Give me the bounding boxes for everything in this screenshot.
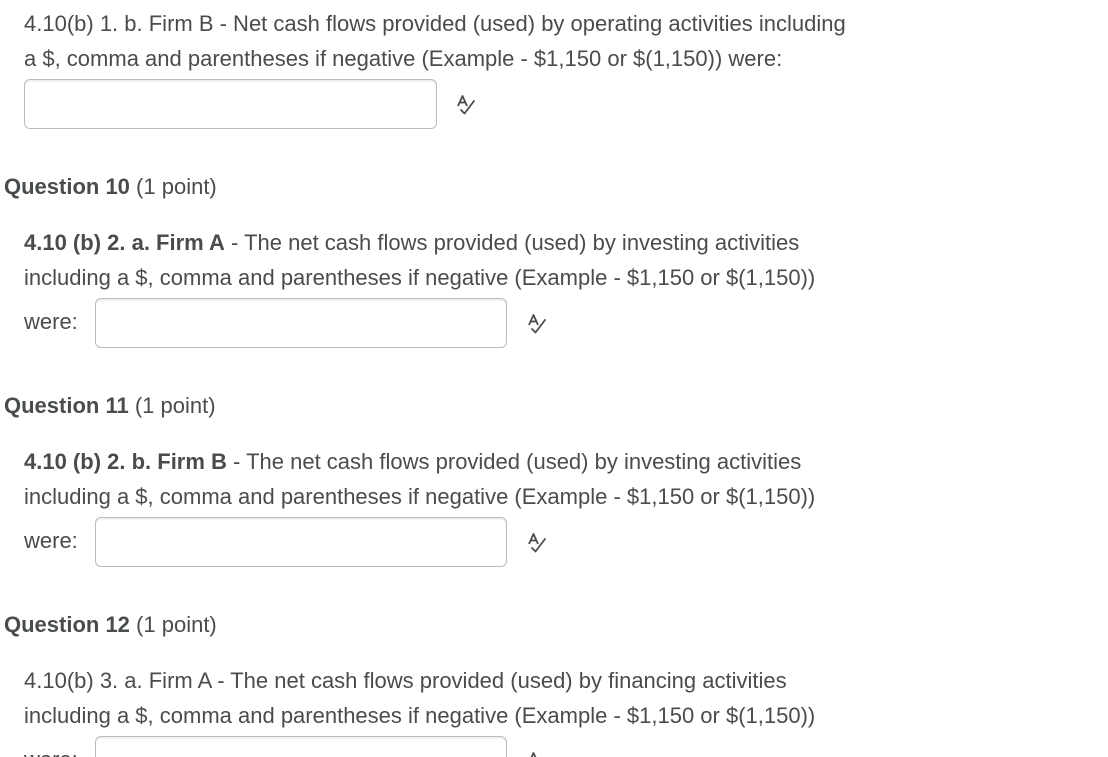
q10-header: Question 10 (1 point) xyxy=(4,172,217,202)
q10-title: Question 10 xyxy=(4,174,130,199)
q10-prompt-line2: including a $, comma and parentheses if … xyxy=(24,265,816,290)
q11-prompt-line2: including a $, comma and parentheses if … xyxy=(24,484,816,509)
q12-points: (1 point) xyxy=(136,612,217,637)
q11-prompt-rest: - The net cash flows provided (used) by … xyxy=(226,449,802,474)
q9-prompt-line2: a $, comma and parentheses if negative (… xyxy=(24,46,783,71)
spellcheck-icon[interactable] xyxy=(455,94,477,116)
q10-prompt-rest: - The net cash flows provided (used) by … xyxy=(224,230,800,255)
q11-answer-input[interactable] xyxy=(95,517,507,567)
q12-prompt-line1: 4.10(b) 3. a. Firm A - The net cash flow… xyxy=(24,668,787,693)
q9-answer-input[interactable] xyxy=(24,79,437,129)
q10-points: (1 point) xyxy=(136,174,217,199)
q11-points: (1 point) xyxy=(134,393,216,418)
q12-header: Question 12 (1 point) xyxy=(4,610,217,640)
q11-header: Question 11 (1 point) xyxy=(4,391,216,421)
q11-prompt-prefix: 4.10 (b) 2. b. Firm B xyxy=(24,449,227,474)
q10-prompt-line1: 4.10 (b) 2. a. Firm A - The net cash flo… xyxy=(24,225,799,260)
q12-prompt-line2: including a $, comma and parentheses if … xyxy=(24,703,816,728)
q11-were-label: were: xyxy=(24,528,78,553)
spellcheck-icon[interactable] xyxy=(526,313,548,335)
q12-were-label: were: xyxy=(24,745,78,757)
q12-answer-input[interactable] xyxy=(95,736,507,757)
q10-answer-input[interactable] xyxy=(95,298,507,348)
q12-title: Question 12 xyxy=(4,612,130,637)
spellcheck-icon[interactable] xyxy=(526,751,548,757)
q11-title: Question 11 xyxy=(4,393,129,418)
spellcheck-icon[interactable] xyxy=(526,532,548,554)
q11-prompt-line1: 4.10 (b) 2. b. Firm B - The net cash flo… xyxy=(24,444,801,479)
q10-were-label: were: xyxy=(24,309,78,334)
quiz-page: 4.10(b) 1. b. Firm B - Net cash flows pr… xyxy=(0,0,1108,757)
q10-prompt-prefix: 4.10 (b) 2. a. Firm A xyxy=(24,230,225,255)
q9-prompt-line1: 4.10(b) 1. b. Firm B - Net cash flows pr… xyxy=(24,11,846,36)
